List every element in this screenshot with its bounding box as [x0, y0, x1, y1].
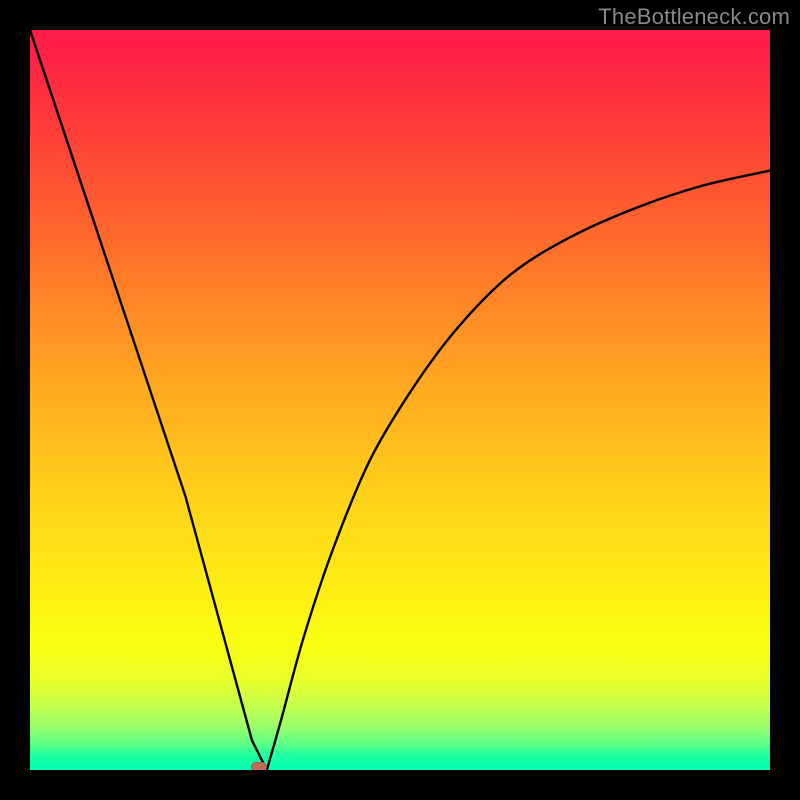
- bottleneck-curve: [30, 30, 770, 770]
- plot-area: [30, 30, 770, 770]
- curve-path: [30, 30, 770, 770]
- chart-frame: TheBottleneck.com: [0, 0, 800, 800]
- optimum-marker: [251, 762, 267, 770]
- watermark-text: TheBottleneck.com: [598, 4, 790, 30]
